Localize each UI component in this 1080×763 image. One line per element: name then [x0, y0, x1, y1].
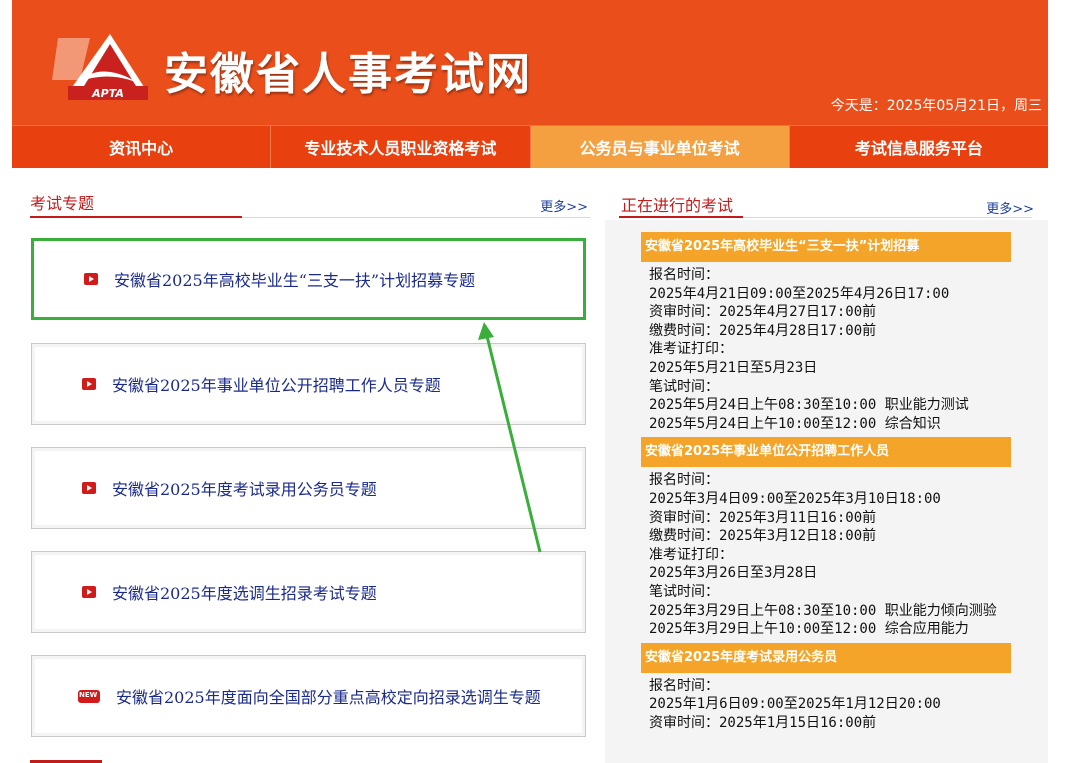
schedule-line: 2025年3月29日上午10:00至12:00 综合应用能力 [649, 621, 969, 638]
topics-panel: 考试专题 更多>> 安徽省2025年高校毕业生“三支一扶”计划招募专题 安徽省2… [12, 172, 604, 763]
exam-schedule: 报名时间： 2025年1月6日09:00至2025年1月12日20:00 资审时… [641, 673, 1011, 737]
schedule-line: 资审时间：2025年4月27日17:00前 [649, 304, 877, 321]
ongoing-more-link[interactable]: 更多>> [986, 198, 1034, 217]
schedule-line: 缴费时间：2025年3月12日18:00前 [649, 528, 877, 545]
schedule-line: 2025年3月4日09:00至2025年3月10日18:00 [649, 490, 941, 507]
topics-more-link[interactable]: 更多>> [540, 196, 588, 215]
topic-label: 安徽省2025年高校毕业生“三支一扶”计划招募专题 [114, 271, 476, 290]
schedule-line: 笔试时间： [649, 583, 719, 600]
exam-title-banner[interactable]: 安徽省2025年事业单位公开招聘工作人员 [641, 437, 1011, 468]
ongoing-header: 正在进行的考试 更多>> [605, 172, 1048, 220]
exam-list: 安徽省2025年高校毕业生“三支一扶”计划招募 报名时间： 2025年4月21日… [641, 232, 1011, 736]
topic-label: 安徽省2025年度选调生招录考试专题 [112, 584, 377, 603]
topic-label: 安徽省2025年事业单位公开招聘工作人员专题 [112, 376, 441, 395]
schedule-line: 报名时间： [649, 472, 719, 489]
today-date: 今天是：2025年05月21日，周三 [830, 98, 1042, 114]
play-icon [82, 586, 96, 598]
title-underline [30, 216, 242, 218]
ongoing-title: 正在进行的考试 [621, 196, 734, 215]
site-header: APTA 安徽省人事考试网 今天是：2025年05月21日，周三 [12, 0, 1048, 125]
topic-item-sanzhiyifu[interactable]: 安徽省2025年高校毕业生“三支一扶”计划招募专题 [31, 238, 586, 320]
exam-title-banner[interactable]: 安徽省2025年度考试录用公务员 [641, 642, 1011, 673]
schedule-line: 报名时间： [649, 677, 719, 694]
schedule-line: 2025年1月6日09:00至2025年1月12日20:00 [649, 696, 941, 713]
site-title: 安徽省人事考试网 [164, 49, 532, 100]
ongoing-exams-panel: 正在进行的考试 更多>> 安徽省2025年高校毕业生“三支一扶”计划招募 报名时… [605, 172, 1048, 763]
schedule-line: 报名时间： [649, 267, 719, 283]
exam-item: 安徽省2025年高校毕业生“三支一扶”计划招募 报名时间： 2025年4月21日… [641, 232, 1011, 437]
exam-title-banner[interactable]: 安徽省2025年高校毕业生“三支一扶”计划招募 [641, 232, 1011, 262]
new-icon [78, 689, 100, 703]
nav-item-news[interactable]: 资讯中心 [12, 126, 272, 168]
schedule-line: 缴费时间：2025年4月28日17:00前 [649, 322, 877, 339]
header-divider [242, 217, 590, 218]
topics-title: 考试专题 [30, 194, 95, 213]
exam-item: 安徽省2025年度考试录用公务员 报名时间： 2025年1月6日09:00至20… [641, 642, 1011, 737]
topic-item-key-universities[interactable]: 安徽省2025年度面向全国部分重点高校定向招录选调生专题 [31, 655, 586, 737]
topic-label: 安徽省2025年度面向全国部分重点高校定向招录选调生专题 [116, 688, 541, 707]
schedule-line: 2025年4月21日09:00至2025年4月26日17:00 [649, 285, 950, 302]
schedule-line: 准考证打印： [649, 341, 733, 358]
topic-item-civil-servant[interactable]: 安徽省2025年度考试录用公务员专题 [31, 447, 586, 529]
apta-logo-icon[interactable]: APTA [50, 30, 150, 102]
play-icon [82, 482, 96, 494]
title-underline [619, 216, 743, 218]
topics-header: 考试专题 更多>> [12, 172, 604, 220]
play-icon [82, 378, 96, 390]
schedule-line: 资审时间：2025年1月15日16:00前 [649, 714, 877, 731]
nav-item-service-platform[interactable]: 考试信息服务平台 [790, 126, 1048, 168]
schedule-line: 2025年5月24日上午08:30至10:00 职业能力测试 [649, 397, 969, 414]
exam-schedule: 报名时间： 2025年3月4日09:00至2025年3月10日18:00 资审时… [641, 467, 1011, 642]
schedule-line: 2025年5月24日上午10:00至12:00 综合知识 [649, 415, 941, 432]
schedule-line: 2025年3月29日上午08:30至10:00 职业能力倾向测验 [649, 602, 997, 619]
schedule-line: 准考证打印： [649, 546, 733, 563]
schedule-line: 笔试时间： [649, 378, 719, 395]
schedule-line: 资审时间：2025年3月11日16:00前 [649, 509, 877, 526]
exam-schedule: 报名时间： 2025年4月21日09:00至2025年4月26日17:00 资审… [641, 262, 1011, 437]
svg-text:APTA: APTA [91, 87, 124, 100]
topic-label: 安徽省2025年度考试录用公务员专题 [112, 480, 377, 499]
topic-item-public-institution[interactable]: 安徽省2025年事业单位公开招聘工作人员专题 [31, 343, 586, 425]
schedule-line: 2025年3月26日至3月28日 [649, 565, 818, 582]
nav-item-civil-servant[interactable]: 公务员与事业单位考试 [530, 126, 790, 168]
play-icon [84, 273, 98, 285]
main-nav: 资讯中心 专业技术人员职业资格考试 公务员与事业单位考试 考试信息服务平台 [12, 125, 1048, 168]
exam-item: 安徽省2025年事业单位公开招聘工作人员 报名时间： 2025年3月4日09:0… [641, 437, 1011, 642]
header-divider [743, 217, 1032, 218]
topic-item-selected-graduates[interactable]: 安徽省2025年度选调生招录考试专题 [31, 551, 586, 633]
schedule-line: 2025年5月21日至5月23日 [649, 359, 818, 376]
nav-item-professional-qualification[interactable]: 专业技术人员职业资格考试 [271, 126, 531, 168]
